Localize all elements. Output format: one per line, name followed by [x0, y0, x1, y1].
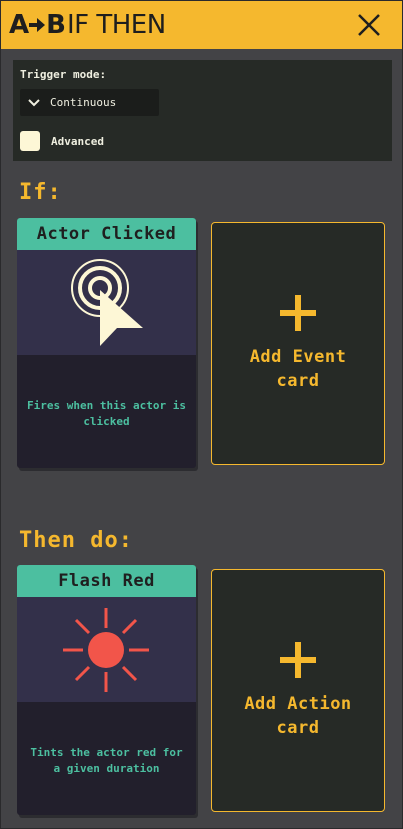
sun-flash-icon — [63, 608, 149, 692]
logo-letter-a: A — [9, 10, 29, 40]
add-action-card-button[interactable]: Add Action card — [211, 569, 385, 812]
card-title: Flash Red — [17, 565, 196, 597]
advanced-checkbox[interactable] — [20, 131, 40, 151]
card-description: Fires when this actor is clicked — [27, 399, 186, 428]
panel-title: IF THEN — [66, 10, 166, 40]
settings-panel: Trigger mode: Continuous Advanced — [13, 60, 392, 161]
title-bar: A B IF THEN — [1, 1, 402, 49]
trigger-mode-dropdown[interactable]: Continuous — [20, 89, 159, 116]
card-description: Tints the actor red for a given duration — [30, 746, 183, 775]
logo-letter-b: B — [46, 10, 66, 40]
card-art — [17, 597, 196, 702]
add-event-card-label: Add Event card — [249, 346, 347, 391]
add-action-card-label: Add Action card — [244, 693, 352, 738]
card-title: Actor Clicked — [17, 218, 196, 250]
action-card-flash-red[interactable]: Flash Red Tints the actor red for a give… — [17, 565, 196, 815]
plus-icon — [280, 294, 316, 331]
arrow-right-icon — [29, 18, 46, 32]
card-art — [17, 250, 196, 355]
close-icon — [358, 14, 380, 36]
trigger-mode-label: Trigger mode: — [20, 68, 107, 81]
trigger-mode-value: Continuous — [50, 96, 117, 109]
if-then-logo: A B — [9, 10, 66, 40]
click-cursor-icon — [71, 259, 143, 346]
event-card-actor-clicked[interactable]: Actor Clicked Fires when this actor is c… — [17, 218, 196, 468]
plus-icon — [280, 641, 316, 678]
close-button[interactable] — [356, 12, 382, 38]
add-event-card-button[interactable]: Add Event card — [211, 222, 385, 465]
chevron-down-icon — [28, 98, 40, 106]
advanced-label: Advanced — [51, 135, 104, 148]
then-section-label: Then do: — [19, 528, 133, 553]
if-section-label: If: — [19, 180, 62, 205]
